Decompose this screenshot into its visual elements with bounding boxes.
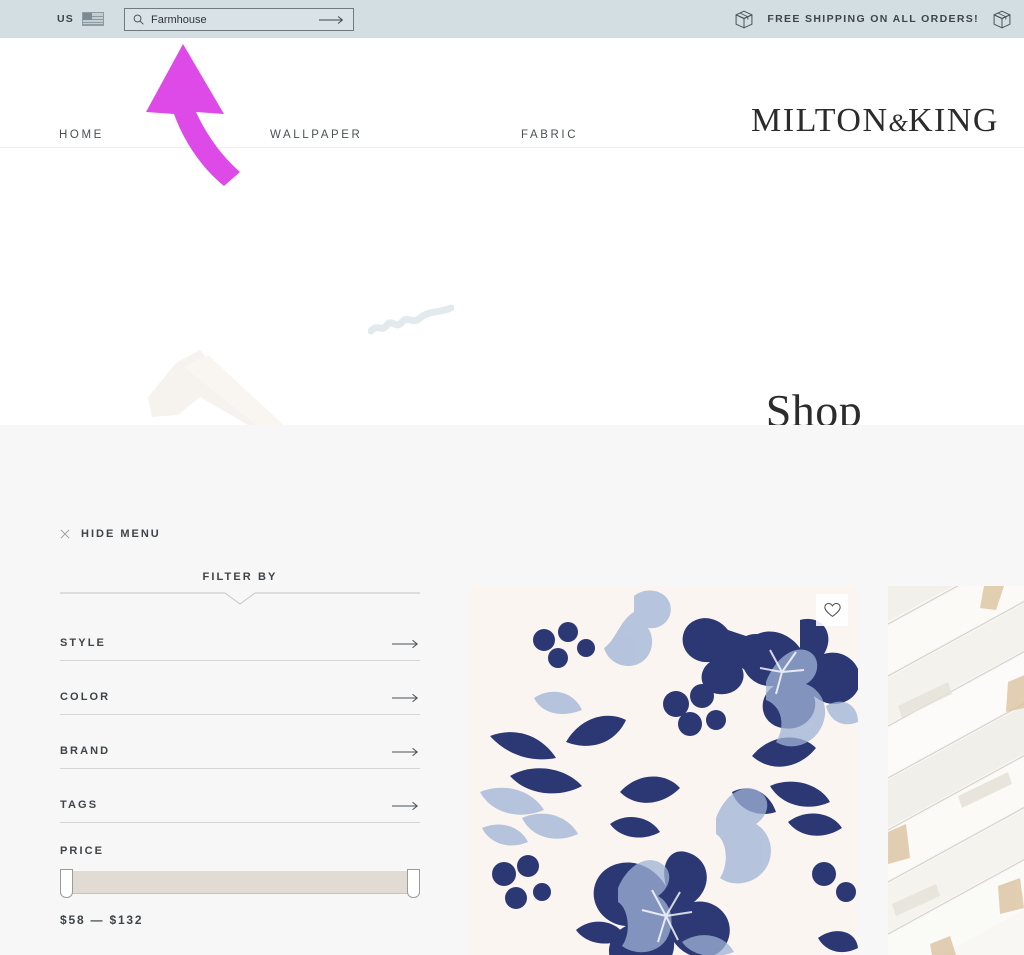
top-utility-bar: US Farmhouse FREE SHIPPING ON ALL ORDERS… — [0, 0, 1024, 38]
product-image-blue-floral — [470, 586, 858, 955]
product-card-blue-floral[interactable] — [470, 586, 858, 955]
price-slider-track[interactable] — [60, 871, 420, 894]
page-title-block: Shop — [699, 385, 929, 426]
arrow-right-icon — [392, 747, 419, 757]
search-input[interactable] — [151, 13, 319, 26]
logo-word-milton: MILTON — [751, 102, 889, 139]
hide-menu-label: HIDE MENU — [81, 528, 161, 540]
price-slider-handle-max[interactable] — [407, 869, 420, 898]
heart-icon — [823, 602, 841, 618]
product-card-wood-plank[interactable] — [888, 586, 1024, 955]
locale-code: US — [57, 13, 74, 25]
price-filter: PRICE $58 — $132 — [60, 845, 420, 927]
filter-label-color: COLOR — [60, 691, 111, 703]
filter-row-color[interactable]: COLOR — [60, 661, 420, 715]
brushstroke-watermark — [148, 350, 306, 433]
price-slider-handle-min[interactable] — [60, 869, 73, 898]
logo-wordmark: MILTON&KING — [740, 104, 1010, 138]
package-box-icon — [993, 10, 1011, 28]
nav-link-wallpaper[interactable]: WALLPAPER — [270, 129, 362, 141]
filter-label-tags: TAGS — [60, 799, 99, 811]
price-range-value: $58 — $132 — [60, 913, 144, 927]
filter-label-brand: BRAND — [60, 745, 111, 757]
filter-row-tags[interactable]: TAGS — [60, 769, 420, 823]
product-image-wood-plank — [888, 586, 1024, 955]
search-submit-arrow-icon[interactable] — [319, 15, 345, 25]
filter-by-divider — [60, 592, 420, 605]
nav-link-fabric[interactable]: FABRIC — [521, 129, 578, 141]
shipping-message: FREE SHIPPING ON ALL ORDERS! — [767, 13, 979, 25]
main-navigation: HOME WALLPAPER FABRIC MILTON&KING WALLPA… — [0, 38, 1024, 156]
logo-ampersand: & — [888, 110, 908, 137]
brushstroke-squiggle — [368, 304, 454, 335]
hide-menu-button[interactable]: HIDE MENU — [60, 528, 420, 540]
locale-selector[interactable]: US — [57, 12, 104, 26]
price-range-slider[interactable] — [60, 869, 420, 899]
nav-link-home[interactable]: HOME — [59, 129, 104, 141]
filter-by-header: FILTER BY — [60, 571, 420, 607]
filter-row-style[interactable]: STYLE — [60, 607, 420, 661]
logo-word-king: KING — [907, 102, 999, 139]
search-box[interactable] — [124, 8, 354, 31]
filter-label-style: STYLE — [60, 637, 106, 649]
product-grid — [470, 586, 1024, 955]
wishlist-button[interactable] — [816, 594, 848, 626]
arrow-right-icon — [392, 693, 419, 703]
close-x-icon — [60, 529, 70, 539]
page-title: Shop — [765, 385, 863, 426]
package-box-icon — [735, 10, 753, 28]
filter-by-label: FILTER BY — [202, 571, 278, 583]
filter-row-brand[interactable]: BRAND — [60, 715, 420, 769]
shipping-banner: FREE SHIPPING ON ALL ORDERS! — [734, 0, 1012, 38]
filter-sidebar: HIDE MENU FILTER BY STYLE COLOR BRAND TA… — [60, 528, 420, 927]
page-root: US Farmhouse FREE SHIPPING ON ALL ORDERS… — [0, 0, 1024, 955]
price-label: PRICE — [60, 845, 105, 857]
arrow-right-icon — [392, 639, 419, 649]
arrow-right-icon — [392, 801, 419, 811]
us-flag-icon — [82, 12, 104, 26]
search-icon — [133, 14, 144, 25]
